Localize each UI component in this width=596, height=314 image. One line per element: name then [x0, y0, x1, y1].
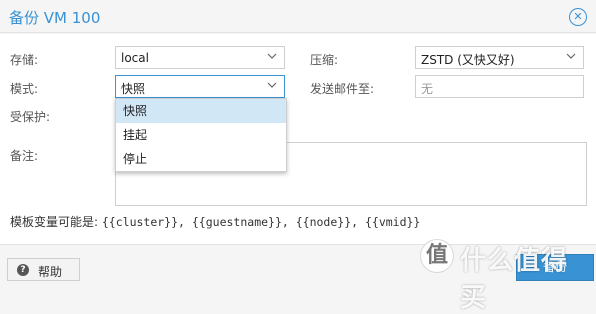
question-icon: ?: [17, 264, 29, 276]
mode-value: 快照: [121, 82, 146, 96]
storage-value: local: [121, 51, 149, 65]
help-button[interactable]: ? 帮助: [7, 258, 80, 281]
close-button[interactable]: ✕: [569, 8, 587, 26]
dialog-titlebar: 备份 VM 100 ✕: [0, 0, 596, 33]
protected-label: 受保护:: [10, 110, 51, 124]
compression-value: ZSTD (又快又好): [421, 53, 515, 67]
chevron-down-icon: [267, 53, 277, 59]
mode-option-suspend[interactable]: 挂起: [116, 123, 286, 147]
chevron-down-icon: [566, 53, 576, 59]
backup-button-label: 备份: [542, 260, 567, 274]
mode-option-stop[interactable]: 停止: [116, 147, 286, 171]
mode-select[interactable]: 快照: [115, 75, 285, 98]
dialog-title: 备份 VM 100: [9, 9, 101, 27]
help-button-label: 帮助: [38, 265, 63, 279]
compression-select[interactable]: ZSTD (又快又好): [415, 46, 584, 69]
chevron-down-icon: [267, 82, 277, 88]
storage-select[interactable]: local: [115, 46, 285, 69]
close-icon: ✕: [573, 10, 583, 23]
send-email-field[interactable]: 无: [415, 75, 584, 98]
template-vars-value: {{cluster}}, {{guestname}}, {{node}}, {{…: [101, 215, 421, 229]
template-vars-line: 模板变量可能是: {{cluster}}, {{guestname}}, {{n…: [10, 213, 420, 230]
backup-button[interactable]: 备份: [516, 254, 594, 281]
notes-label: 备注:: [10, 149, 39, 163]
send-email-placeholder: 无: [421, 82, 434, 96]
storage-label: 存储:: [10, 53, 39, 67]
send-email-label: 发送邮件至:: [310, 82, 375, 96]
mode-option-snapshot[interactable]: 快照: [116, 99, 286, 123]
mode-dropdown-list: 快照 挂起 停止: [115, 98, 287, 172]
dialog-footer: ? 帮助 备份: [0, 244, 596, 283]
mode-label: 模式:: [10, 82, 39, 96]
template-vars-label: 模板变量可能是:: [10, 215, 99, 229]
compression-label: 压缩:: [310, 53, 339, 67]
